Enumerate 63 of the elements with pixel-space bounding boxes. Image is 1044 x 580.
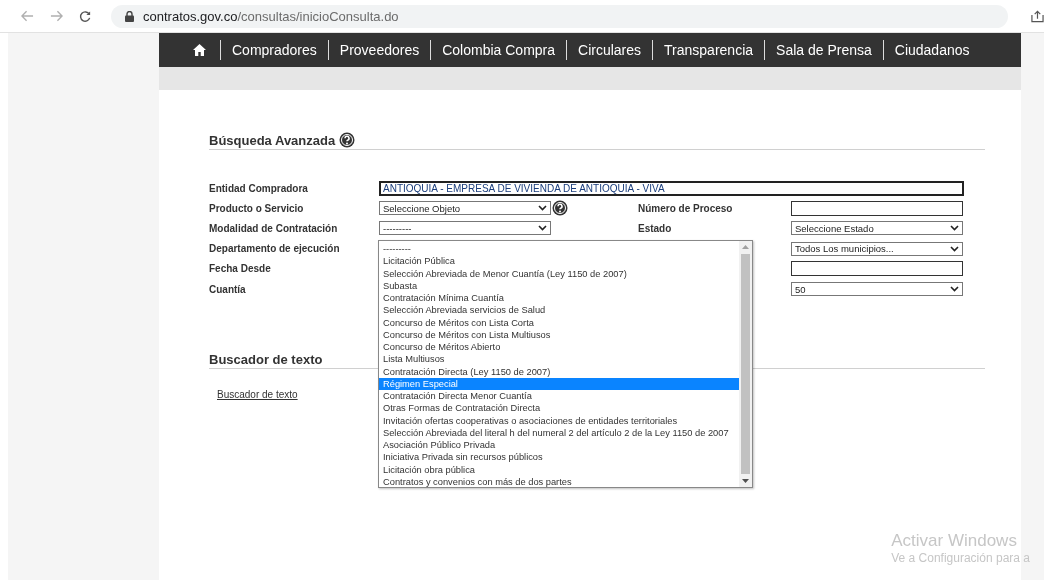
chevron-down-icon [950,286,959,293]
section-title: Búsqueda Avanzada [209,132,336,148]
nav-link[interactable]: Compradores [220,40,328,60]
lock-icon [125,10,134,22]
select-field[interactable]: Seleccione Objeto [379,201,551,216]
select-field[interactable]: Todos Los municipios... [791,241,963,256]
dropdown-option[interactable]: Contratación Directa (Ley 1150 de 2007) [379,365,739,378]
share-icon[interactable] [1031,9,1044,23]
select-field[interactable]: 50 [791,282,963,297]
nav-link[interactable]: Colombia Compra [430,40,567,60]
dropdown-option[interactable]: Lista Multiusos [379,353,739,366]
help-icon[interactable] [339,132,356,148]
activation-notice-title: Activar Windows [891,531,1018,551]
field-label: Estado [638,222,673,234]
chevron-down-icon [538,205,547,212]
nav-link[interactable]: Sala de Prensa [764,40,883,60]
scrollbar-thumb[interactable] [741,254,750,474]
field-label: Modalidad de Contratación [209,222,339,234]
dropdown-option[interactable]: Licitación Pública [379,255,739,268]
text-field[interactable] [791,200,963,216]
dropdown-option[interactable]: Otras Formas de Contratación Directa [379,402,739,415]
dropdown-option[interactable]: Contratación Mínima Cuantía [379,292,739,305]
section-title: Buscador de texto [209,352,323,368]
nav-link[interactable]: Proveedores [327,40,431,60]
scrollbar[interactable] [739,241,752,487]
dropdown-option[interactable]: --------- [379,243,739,256]
dropdown-option[interactable]: Invitación ofertas cooperativas o asociaciones de entidades territoriales [379,414,739,427]
dropdown-option[interactable]: Licitación obra pública [379,463,739,476]
dropdown-option[interactable]: Concurso de Méritos con Lista Corta [379,316,739,329]
nav-link[interactable]: Circulares [566,40,653,60]
dropdown-option[interactable]: Concurso de Méritos con Lista Multiusos [379,328,739,341]
field-label: Producto o Servicio [209,202,305,214]
dropdown-option[interactable]: Subasta [379,279,739,292]
text-field[interactable] [791,261,963,277]
select-field[interactable]: Seleccione Estado [791,221,963,236]
dropdown-option[interactable]: Selección Abreviada de Menor Cuantía (Ley 1150 de 2007) [379,267,739,280]
text-search-link[interactable]: Buscador de texto [217,389,298,401]
field-label: Entidad Compradora [209,182,309,194]
scroll-down-icon[interactable] [742,479,749,483]
field-label: Departamento de ejecución [209,243,341,255]
url-text: contratos.gov.co/consultas/inicioConsulta.do [143,8,399,24]
dropdown-option[interactable]: Iniciativa Privada sin recursos públicos [379,451,739,464]
dropdown-option[interactable]: Contratación Directa Menor Cuantía [379,390,739,403]
reload-icon[interactable] [78,9,91,23]
dropdown-option[interactable]: Concurso de Méritos Abierto [379,341,739,354]
field-label: Cuantía [209,283,247,295]
dropdown-option[interactable]: Selección Abreviada del literal h del numeral 2 del artículo 2 de la Ley 1150 de 2007 [379,426,739,439]
text-field[interactable]: ANTIOQUIA - EMPRESA DE VIVIENDA DE ANTIOQUIA - VIVA [379,180,964,196]
dropdown-option[interactable]: Contratos y convenios con más de dos partes [379,475,739,488]
field-label: Fecha Desde [209,263,272,275]
nav-link[interactable]: Ciudadanos [882,40,981,60]
field-label: Número de Proceso [638,202,734,214]
nav-link[interactable]: Transparencia [652,40,765,60]
chevron-down-icon [950,225,959,232]
dropdown-option[interactable]: Asociación Público Privada [379,439,739,452]
home-icon [193,44,206,56]
select-field[interactable]: --------- [379,221,551,236]
dropdown-option[interactable]: Selección Abreviada servicios de Salud [379,304,739,317]
address-field[interactable]: contratos.gov.co/consultas/inicioConsulta.do [111,4,1008,28]
help-icon[interactable] [552,200,568,217]
chevron-down-icon [538,225,547,232]
chevron-down-icon [950,245,959,252]
dropdown-option[interactable]: Régimen Especial [379,377,739,390]
